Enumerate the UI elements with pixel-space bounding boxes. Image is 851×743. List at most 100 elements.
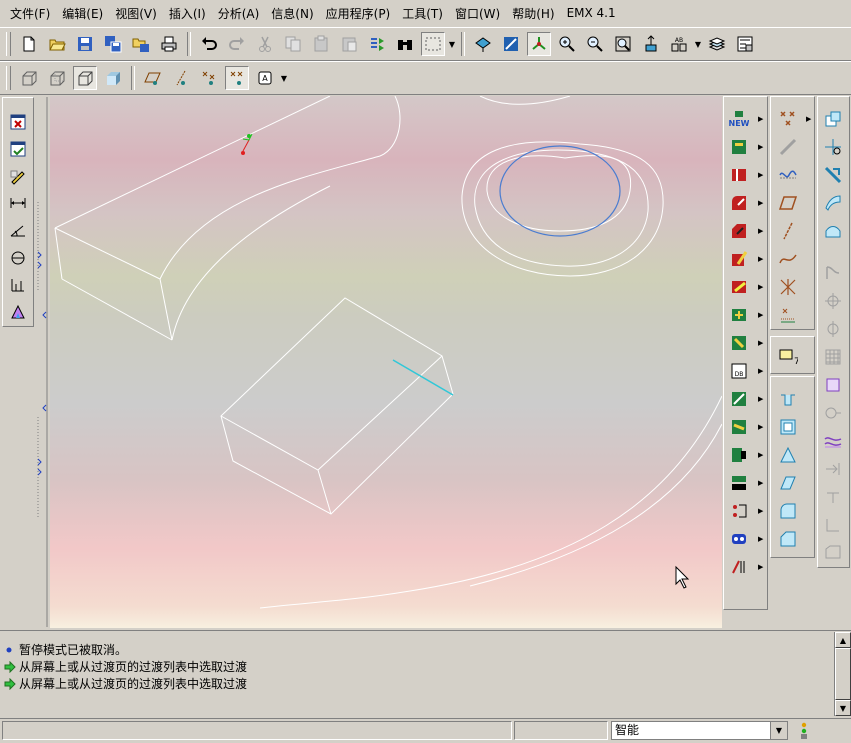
menu-help[interactable]: 帮助(H) (506, 3, 560, 24)
no-hidden-icon[interactable] (73, 66, 97, 90)
menu-insert[interactable]: 插入(I) (163, 3, 212, 24)
flyout-arrow-icon[interactable]: ▶ (758, 535, 763, 543)
menu-edit[interactable]: 编辑(E) (56, 3, 109, 24)
close-window-icon[interactable] (6, 110, 30, 133)
shell-icon[interactable] (726, 247, 752, 271)
copy-feature-icon[interactable] (726, 471, 752, 495)
angle-dimension-icon[interactable] (6, 219, 30, 242)
flyout-arrow-icon[interactable]: ▶ (758, 115, 763, 123)
refit-icon[interactable] (611, 32, 635, 56)
named-view-dropdown-icon[interactable]: ▼ (693, 32, 703, 56)
disabled-tool-icon[interactable] (820, 513, 846, 537)
group-icon[interactable] (726, 499, 752, 523)
datum-axes-toggle-icon[interactable] (169, 66, 193, 90)
select-box-icon[interactable] (421, 32, 445, 56)
disabled-tool-icon[interactable] (820, 345, 846, 369)
hidden-line-icon[interactable] (45, 66, 69, 90)
flyout-arrow-icon[interactable]: ▶ (758, 339, 763, 347)
sketch-view-icon[interactable] (499, 32, 523, 56)
save-copy-icon[interactable] (101, 32, 125, 56)
purple-square-icon[interactable] (820, 373, 846, 397)
chevron-down-icon[interactable]: ▼ (770, 722, 787, 739)
flyout-arrow-icon[interactable]: ▶ (758, 143, 763, 151)
disabled-tool-icon[interactable] (820, 317, 846, 341)
zoom-out-icon[interactable] (583, 32, 607, 56)
open-folder-icon[interactable] (45, 32, 69, 56)
flyout-arrow-icon[interactable]: ▶ (758, 171, 763, 179)
spin-center-icon[interactable] (527, 32, 551, 56)
insert-mode-icon[interactable] (726, 555, 752, 579)
surface-round-icon[interactable] (775, 499, 801, 523)
selection-filter[interactable]: 智能 ▼ (611, 721, 788, 740)
flyout-arrow-icon[interactable]: ▶ (758, 479, 763, 487)
surface-offset-icon[interactable] (775, 415, 801, 439)
menu-file[interactable]: 文件(F) (4, 3, 56, 24)
surface-draft-icon[interactable] (775, 443, 801, 467)
extrude-icon[interactable] (726, 135, 752, 159)
accept-window-icon[interactable] (6, 137, 30, 160)
backup-icon[interactable] (129, 32, 153, 56)
trim-icon[interactable] (820, 135, 846, 159)
flyout-arrow-icon[interactable]: ▶ (758, 563, 763, 571)
warp-icon[interactable] (820, 429, 846, 453)
merge-icon[interactable] (820, 107, 846, 131)
cut-icon[interactable] (253, 32, 277, 56)
surface-chamfer-icon[interactable] (775, 527, 801, 551)
menu-tools[interactable]: 工具(T) (396, 3, 449, 24)
scroll-thumb[interactable] (835, 648, 851, 700)
pattern-icon[interactable] (726, 331, 752, 355)
sketched-curve-icon[interactable] (775, 247, 801, 271)
disabled-tool-icon[interactable] (820, 457, 846, 481)
database-icon[interactable]: DB (726, 359, 752, 383)
menu-emx[interactable]: EMX 4.1 (561, 4, 622, 22)
cut-feature-icon[interactable] (726, 387, 752, 411)
datum-display-icon[interactable] (471, 32, 495, 56)
orient-icon[interactable] (639, 32, 663, 56)
chamfer-icon[interactable] (726, 219, 752, 243)
flyout-arrow-icon[interactable]: ▶ (758, 367, 763, 375)
flyout-arrow-icon[interactable]: ▶ (806, 115, 811, 123)
scroll-down-icon[interactable]: ▼ (835, 700, 851, 716)
menu-view[interactable]: 视图(V) (109, 3, 163, 24)
flyout-arrow-icon[interactable]: ▶ (758, 283, 763, 291)
regenerate-icon[interactable] (365, 32, 389, 56)
new-file-icon[interactable] (17, 32, 41, 56)
layers-icon[interactable] (705, 32, 729, 56)
ordinate-dimension-icon[interactable] (6, 274, 30, 297)
flyout-arrow-icon[interactable]: ▶ (758, 227, 763, 235)
zoom-in-icon[interactable] (555, 32, 579, 56)
surface-extrude-icon[interactable] (775, 387, 801, 411)
datum-chain-icon[interactable] (775, 135, 801, 159)
dimension-icon[interactable] (6, 192, 30, 215)
toolbar-grip[interactable] (6, 66, 11, 90)
named-view-icon[interactable]: AB (667, 32, 691, 56)
sketch-tool-icon[interactable] (6, 165, 30, 188)
disabled-tool-icon[interactable] (820, 289, 846, 313)
udf-icon[interactable] (726, 443, 752, 467)
flyout-arrow-icon[interactable]: ▶ (758, 451, 763, 459)
scroll-up-icon[interactable]: ▲ (835, 632, 851, 648)
disabled-tool-icon[interactable] (820, 485, 846, 509)
message-scrollbar[interactable]: ▲ ▼ (834, 632, 851, 716)
analysis-feature-icon[interactable] (775, 303, 801, 327)
new-feature-icon[interactable]: NEW (726, 107, 752, 131)
draft-icon[interactable] (726, 303, 752, 327)
datum-points-toggle-icon[interactable] (197, 66, 221, 90)
coord-sys-toggle-icon[interactable] (225, 66, 249, 90)
flyout-arrow-icon[interactable]: ▶ (758, 395, 763, 403)
graphics-viewport[interactable] (50, 96, 722, 628)
save-icon[interactable] (73, 32, 97, 56)
redo-icon[interactable] (225, 32, 249, 56)
disabled-tool-icon[interactable] (820, 261, 846, 285)
menu-applications[interactable]: 应用程序(P) (320, 3, 397, 24)
analysis-icon[interactable] (6, 301, 30, 324)
radius-dimension-icon[interactable] (6, 246, 30, 269)
datum-csys-icon[interactable] (775, 275, 801, 299)
copy-icon[interactable] (281, 32, 305, 56)
annotations-icon[interactable]: A (253, 66, 277, 90)
flyout-arrow-icon[interactable]: ▶ (758, 423, 763, 431)
datum-plane-icon[interactable] (775, 191, 801, 215)
flyout-arrow-icon[interactable]: ▶ (758, 311, 763, 319)
menu-window[interactable]: 窗口(W) (449, 3, 506, 24)
rib-icon[interactable] (726, 275, 752, 299)
